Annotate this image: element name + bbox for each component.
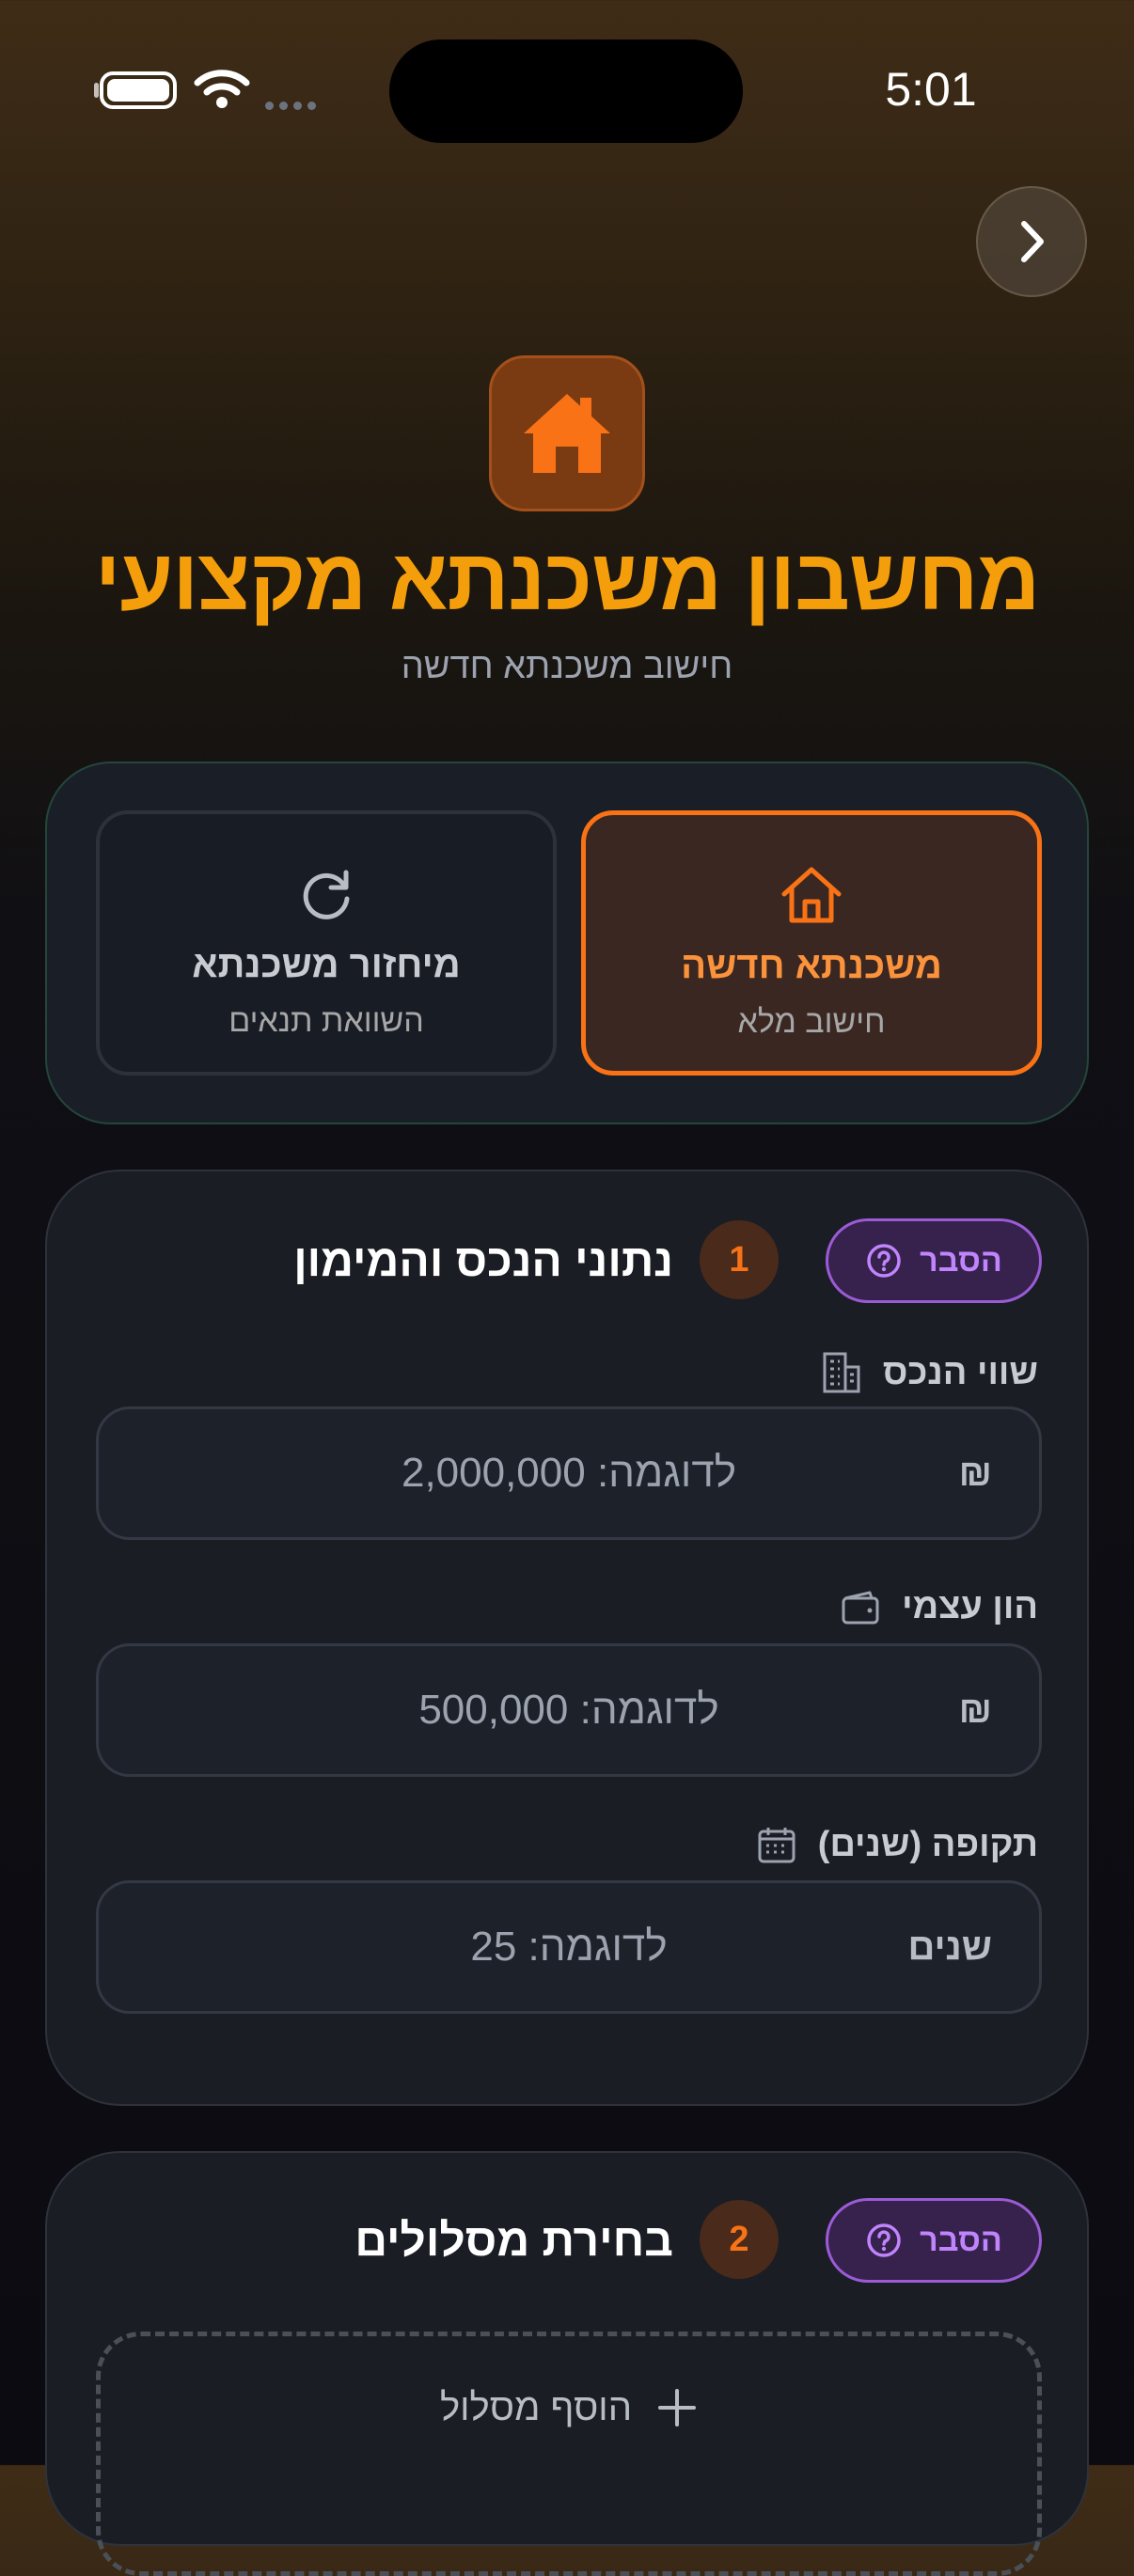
page-subtitle: חישוב משכנתא חדשה [401, 647, 733, 686]
help-label: הסבר [920, 1242, 1002, 1279]
help-button[interactable]: הסבר [826, 1218, 1042, 1303]
tracks-section: הסבר 2 בחירת מסלולים הוסף מסלול [45, 2151, 1089, 2576]
wallet-icon [842, 1591, 879, 1624]
property-value-label: שווי הנכס [821, 1350, 1038, 1395]
page-title: מחשבון משכנתא מקצועי [94, 532, 1041, 628]
chevron-right-icon [1021, 221, 1044, 262]
equity-label-text: הון עצמי [902, 1587, 1038, 1626]
calendar-icon [758, 1828, 795, 1863]
section-title: נתוני הנכס והמימון [293, 1236, 673, 1286]
mode-selector: משכנתא חדשה חישוב מלא מיחזור משכנתא השוו… [45, 762, 1089, 1124]
currency-unit: ₪ [958, 1452, 992, 1494]
question-circle-icon [867, 2223, 901, 2257]
mode-refinance-button[interactable]: מיחזור משכנתא השוואת תנאים [96, 810, 557, 1076]
battery-tip [94, 83, 99, 98]
mode-refinance-title: מיחזור משכנתא [192, 944, 461, 985]
property-financing-section: הסבר 1 נתוני הנכס והמימון שווי הנכס ₪ הו… [45, 1170, 1089, 2106]
step-number-badge: 2 [700, 2200, 779, 2279]
cellular-signal-icon [265, 98, 322, 115]
home-outline-icon [780, 866, 843, 928]
section-title: בחירת מסלולים [354, 2216, 673, 2266]
help-button[interactable]: הסבר [826, 2198, 1042, 2283]
dynamic-island [389, 39, 743, 143]
equity-input[interactable] [99, 1646, 1039, 1774]
currency-unit: ₪ [958, 1689, 992, 1731]
battery-icon [100, 71, 177, 109]
status-time: 5:01 [885, 63, 977, 116]
refresh-icon [297, 865, 355, 927]
period-label: תקופה (שנים) [756, 1824, 1038, 1865]
building-icon [823, 1352, 860, 1393]
wifi-icon [194, 68, 250, 114]
mode-new-title: משכנתא חדשה [681, 945, 942, 986]
mode-refinance-subtitle: השוואת תנאים [228, 1003, 424, 1039]
help-label: הסבר [920, 2222, 1002, 2258]
mode-new-mortgage-button[interactable]: משכנתא חדשה חישוב מלא [581, 810, 1042, 1076]
plus-icon [658, 2389, 697, 2427]
equity-label: הון עצמי [840, 1587, 1038, 1627]
mode-new-subtitle: חישוב מלא [737, 1004, 886, 1040]
step-number-badge: 1 [700, 1220, 779, 1299]
period-field[interactable]: שנים [96, 1880, 1042, 2014]
equity-field[interactable]: ₪ [96, 1643, 1042, 1777]
add-track-button[interactable]: הוסף מסלול [96, 2332, 1042, 2576]
period-label-text: תקופה (שנים) [817, 1824, 1038, 1864]
period-input[interactable] [99, 1883, 1039, 2011]
property-value-input[interactable] [99, 1409, 1039, 1537]
years-unit: שנים [907, 1925, 992, 1968]
home-icon [524, 394, 610, 473]
add-track-label: הוסף מסלול [439, 2387, 633, 2428]
property-value-label-text: שווי הנכס [882, 1352, 1038, 1392]
property-value-field[interactable]: ₪ [96, 1406, 1042, 1540]
question-circle-icon [867, 1244, 901, 1278]
back-button[interactable] [976, 186, 1087, 297]
app-logo [489, 355, 645, 511]
